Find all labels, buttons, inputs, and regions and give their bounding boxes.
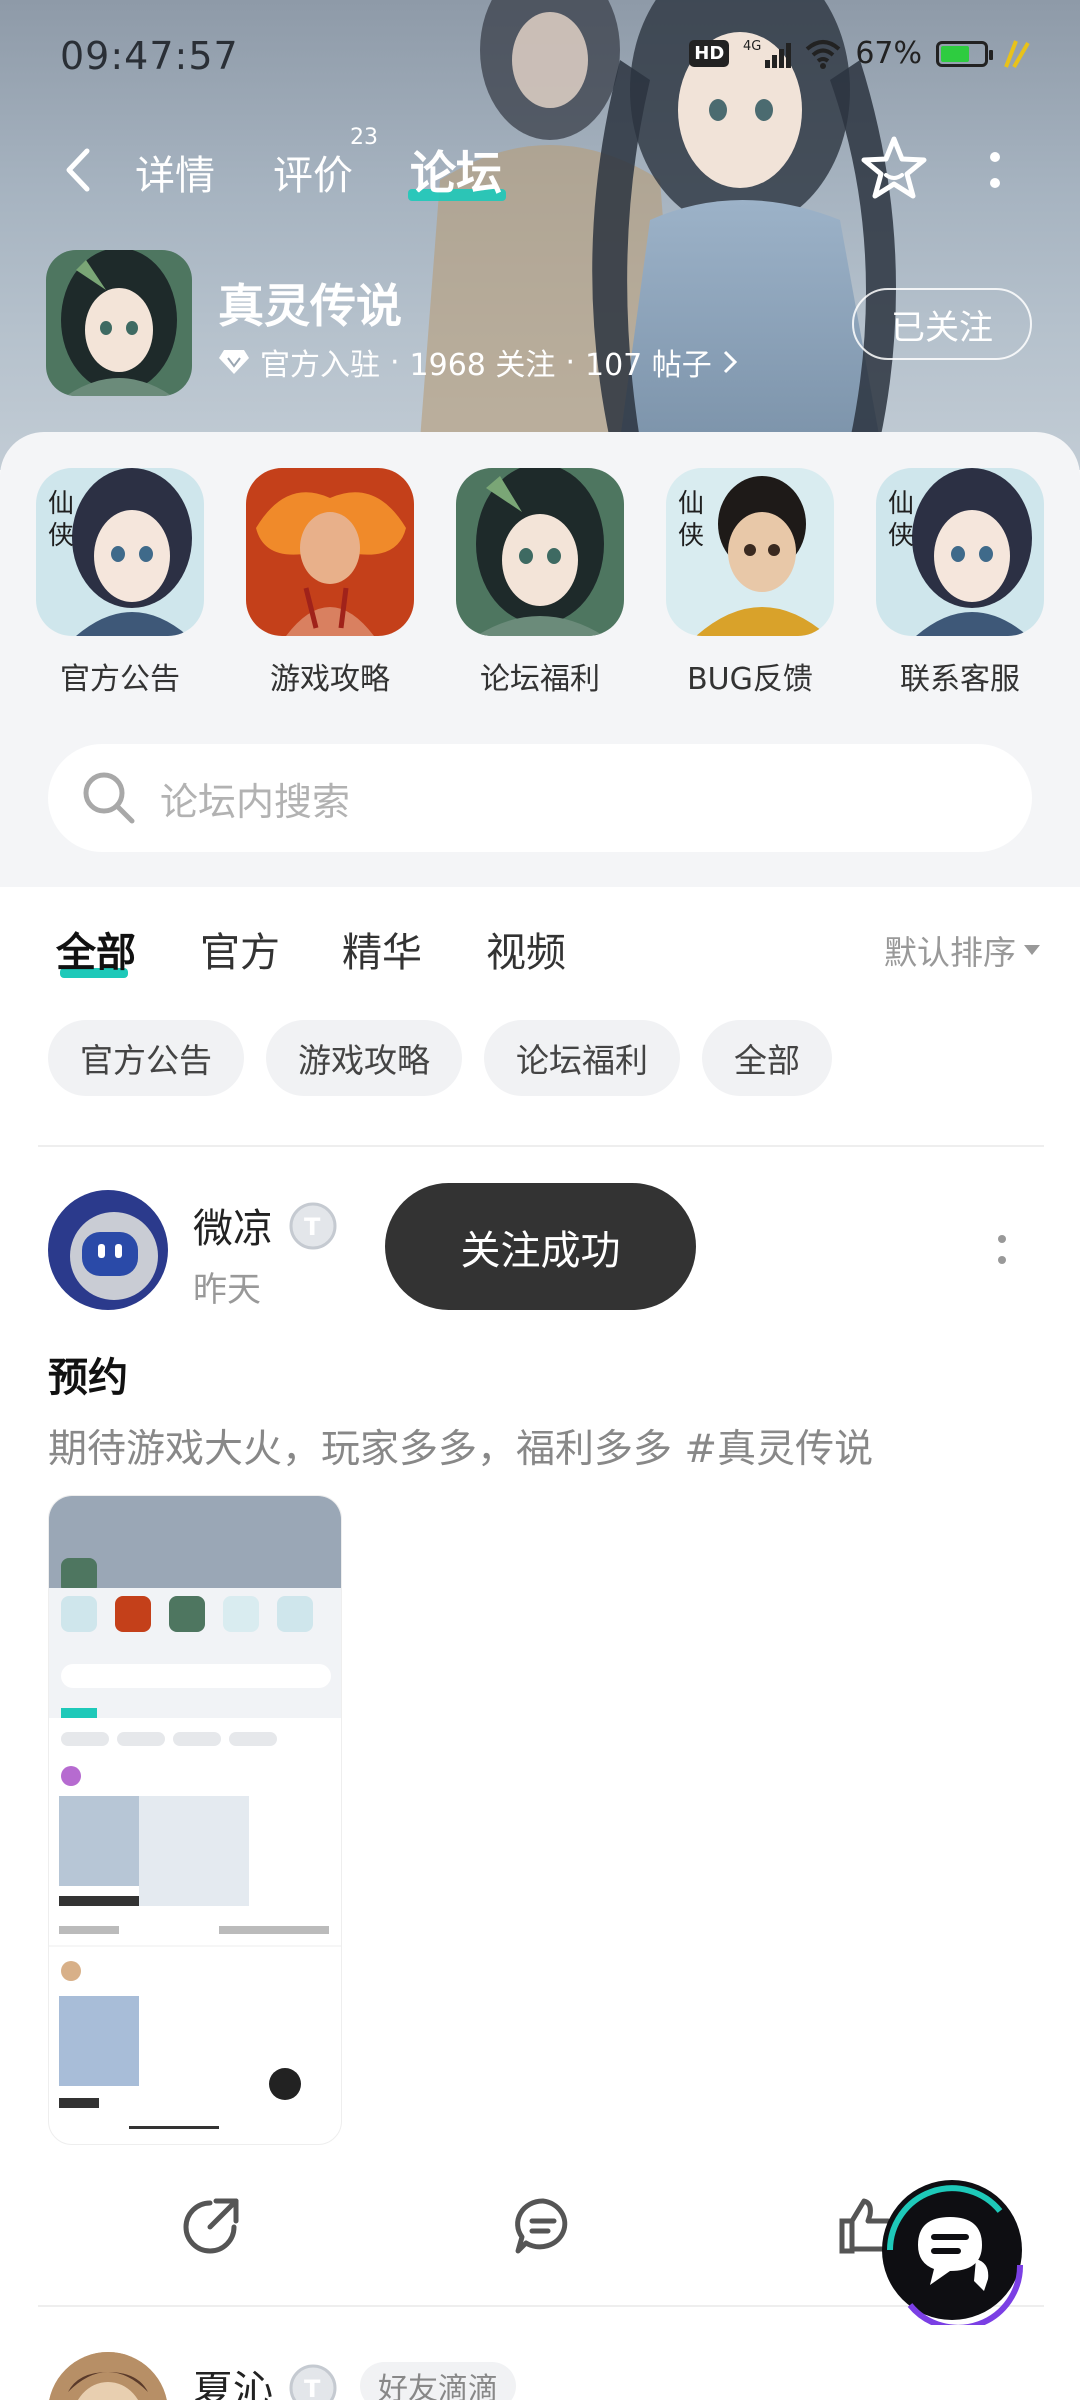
svg-text:4G: 4G (743, 39, 761, 54)
tab-review[interactable]: 评价 (273, 143, 353, 201)
category-support[interactable]: 仙 侠 联系客服 (874, 468, 1046, 698)
svg-text:T: T (304, 1213, 321, 1241)
level-badge-icon: T (289, 2364, 337, 2400)
post-title: 预约 (48, 1355, 128, 1401)
category-announcement[interactable]: 仙 侠 官方公告 (34, 468, 206, 698)
sort-label: 默认排序 (884, 933, 1016, 972)
svg-text:T: T (304, 2375, 321, 2400)
top-nav: 详情 评价 23 论坛 (0, 125, 1080, 215)
user-avatar[interactable] (48, 2352, 168, 2400)
more-vertical-icon[interactable] (995, 1232, 1009, 1268)
meta-separator: · (565, 344, 575, 380)
search-icon (83, 772, 135, 824)
post-username[interactable]: 夏沁 (193, 2358, 273, 2400)
tab-forum[interactable]: 论坛 (410, 137, 502, 203)
support-icon: 仙 侠 (876, 468, 1044, 636)
category-label: BUG反馈 (687, 662, 813, 697)
tab-detail[interactable]: 详情 (135, 143, 215, 201)
sort-dropdown[interactable]: 默认排序 (884, 926, 1040, 974)
game-meta: 官方入驻 · 1968 关注 · 107 帖子 (218, 340, 738, 384)
divider (38, 1145, 1044, 1147)
status-bar: 09:47:57 HD 4G 67% (0, 0, 1080, 115)
back-icon[interactable] (55, 145, 105, 195)
chip-welfare[interactable]: 论坛福利 (484, 1020, 680, 1096)
guide-icon (246, 468, 414, 636)
signal-icon: 4G (743, 39, 792, 68)
wifi-icon (805, 39, 841, 69)
status-icons: HD 4G 67% (689, 36, 1030, 71)
category-label: 论坛福利 (480, 662, 600, 697)
chat-fab-icon[interactable] (870, 2175, 1034, 2325)
more-vertical-icon[interactable] (985, 147, 1005, 197)
user-avatar[interactable] (48, 1190, 168, 1310)
category-guide[interactable]: 游戏攻略 (244, 468, 416, 698)
share-icon[interactable] (180, 2195, 242, 2257)
category-chips: 官方公告 游戏攻略 论坛福利 全部 (48, 1020, 832, 1096)
filter-tabs: 全部 官方 精华 视频 默认排序 (0, 900, 1080, 1000)
chevron-right-icon[interactable] (722, 349, 738, 375)
filter-tab-official[interactable]: 官方 (200, 920, 280, 978)
diamond-icon (219, 350, 249, 374)
follow-button[interactable]: 已关注 (852, 288, 1032, 360)
welfare-icon (456, 468, 624, 636)
svg-text:仙: 仙 (888, 489, 914, 519)
svg-text:仙: 仙 (678, 489, 704, 519)
search-placeholder: 论坛内搜索 (160, 779, 351, 824)
game-info: 真灵传说 官方入驻 · 1968 关注 · 107 帖子 已关注 (0, 250, 1080, 400)
announcement-icon: 仙 侠 (36, 468, 204, 636)
game-title: 真灵传说 (218, 279, 402, 333)
posts-count[interactable]: 107 帖子 (585, 340, 712, 384)
category-label: 游戏攻略 (270, 662, 390, 697)
filter-tab-featured[interactable]: 精华 (342, 920, 422, 978)
chip-guide[interactable]: 游戏攻略 (266, 1020, 462, 1096)
svg-text:侠: 侠 (48, 521, 74, 551)
followers-count: 1968 关注 (409, 348, 556, 383)
official-label: 官方入驻 (260, 348, 380, 383)
category-bug-report[interactable]: 仙 侠 BUG反馈 (664, 468, 836, 698)
game-header: 09:47:57 HD 4G 67% 详情 评价 23 论坛 真灵传说 官方入驻… (0, 0, 1080, 470)
comment-icon[interactable] (512, 2195, 574, 2257)
search-input[interactable]: 论坛内搜索 (48, 744, 1032, 852)
filter-tab-video[interactable]: 视频 (486, 920, 566, 978)
post-screenshot-image[interactable] (48, 1495, 342, 2145)
caret-down-icon (1024, 945, 1040, 955)
star-favorite-icon[interactable] (858, 133, 930, 205)
hd-icon: HD (689, 40, 730, 67)
forum-panel: 仙 侠 官方公告 游戏攻略 论坛福利 仙 侠 BUG反馈 仙 侠 联系客服 论坛… (0, 432, 1080, 887)
status-time: 09:47:57 (60, 34, 239, 78)
game-avatar[interactable] (46, 250, 192, 396)
svg-text:仙: 仙 (48, 489, 74, 519)
level-badge-icon: T (289, 1202, 337, 1250)
chip-all[interactable]: 全部 (702, 1020, 832, 1096)
charging-icon (1004, 39, 1030, 68)
battery-percent: 67% (855, 36, 922, 71)
post-body[interactable]: 期待游戏大火，玩家多多，福利多多 #真灵传说 (48, 1418, 873, 1474)
post-time: 昨天 (193, 1270, 261, 1310)
battery-icon (936, 40, 993, 67)
toast-message: 关注成功 (385, 1183, 696, 1310)
review-count-badge: 23 (350, 125, 378, 150)
post-username[interactable]: 微凉 (193, 1196, 273, 1254)
user-tag: 好友滴滴 (360, 2362, 516, 2400)
chip-announcement[interactable]: 官方公告 (48, 1020, 244, 1096)
category-label: 官方公告 (60, 662, 180, 697)
meta-separator: · (390, 344, 400, 380)
category-welfare[interactable]: 论坛福利 (454, 468, 626, 698)
bug-report-icon: 仙 侠 (666, 468, 834, 636)
filter-tab-all[interactable]: 全部 (56, 920, 136, 978)
category-label: 联系客服 (900, 662, 1020, 697)
svg-text:侠: 侠 (678, 521, 704, 551)
svg-text:侠: 侠 (888, 521, 914, 551)
